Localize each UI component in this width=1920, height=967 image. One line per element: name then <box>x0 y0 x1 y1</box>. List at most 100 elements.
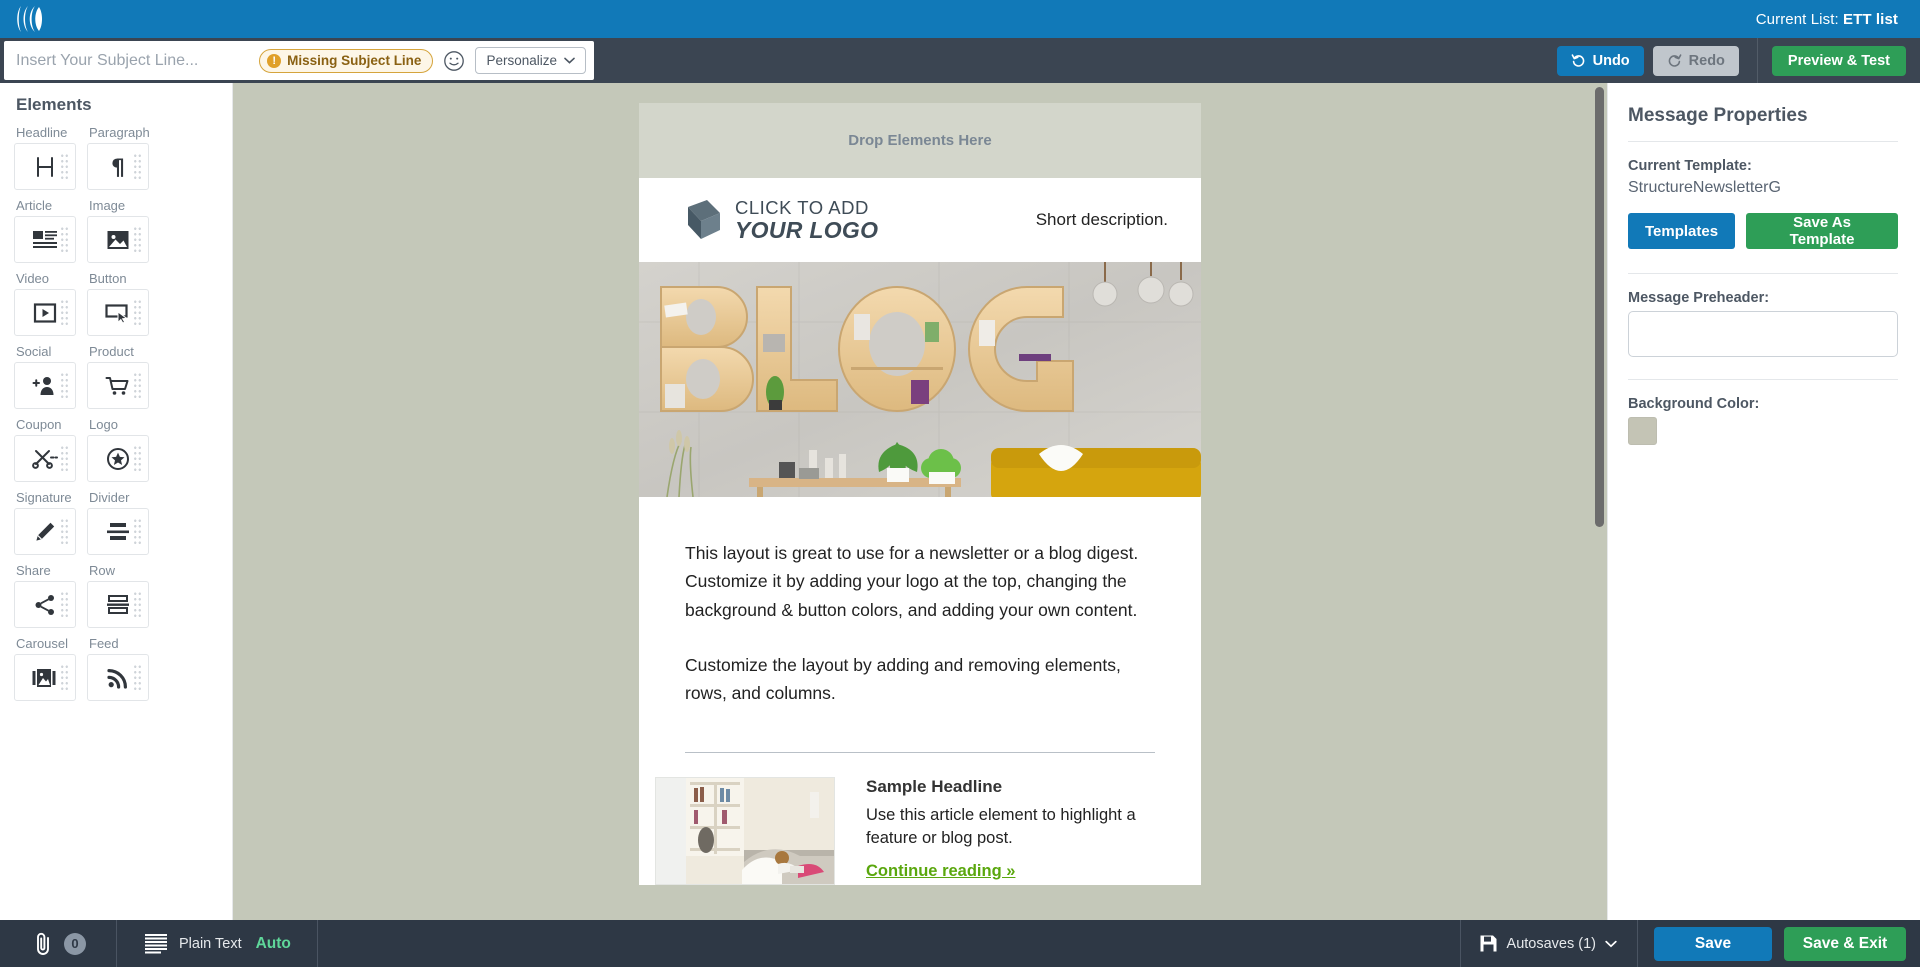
templates-button[interactable]: Templates <box>1628 213 1736 249</box>
save-button[interactable]: Save <box>1654 926 1772 961</box>
element-tile[interactable] <box>14 216 76 263</box>
element-tile[interactable] <box>87 289 149 336</box>
email-canvas[interactable]: Drop Elements Here CLICK TO ADD YOUR LOG… <box>233 83 1607 920</box>
drag-grip[interactable] <box>133 444 142 473</box>
element-tile[interactable] <box>87 508 149 555</box>
subject-input[interactable] <box>4 42 260 79</box>
toolbar-divider <box>1756 38 1758 83</box>
element-tile[interactable] <box>14 362 76 409</box>
background-color-swatch[interactable] <box>1628 417 1657 445</box>
logo-star-icon <box>107 447 129 470</box>
element-item-feed[interactable]: Feed <box>87 634 160 701</box>
drag-grip[interactable] <box>133 663 142 692</box>
logo-text: CLICK TO ADD YOUR LOGO <box>735 198 878 242</box>
properties-divider-3 <box>1628 379 1898 380</box>
share-nodes-icon <box>35 594 54 615</box>
redo-label: Redo <box>1688 52 1725 69</box>
drag-grip[interactable] <box>60 590 69 619</box>
hero-image-blog[interactable] <box>639 262 1201 497</box>
drag-grip[interactable] <box>133 298 142 327</box>
element-item-share[interactable]: Share <box>14 561 87 628</box>
drag-grip[interactable] <box>60 517 69 546</box>
email-header-row[interactable]: CLICK TO ADD YOUR LOGO Short description… <box>639 178 1201 262</box>
drag-grip[interactable] <box>60 225 69 254</box>
body-paragraph-1[interactable]: This layout is great to use for a newsle… <box>685 539 1155 624</box>
element-label: Row <box>89 563 116 578</box>
element-tile[interactable]: ¶ <box>87 143 149 190</box>
drag-grip[interactable] <box>133 517 142 546</box>
element-item-divider[interactable]: Divider <box>87 488 160 555</box>
drag-grip[interactable] <box>133 371 142 400</box>
drag-grip[interactable] <box>60 371 69 400</box>
undo-button[interactable]: Undo <box>1556 45 1644 76</box>
element-tile[interactable] <box>14 508 76 555</box>
save-and-exit-button[interactable]: Save & Exit <box>1784 926 1906 961</box>
short-description[interactable]: Short description. <box>1036 210 1168 230</box>
element-item-button[interactable]: Button <box>87 269 160 336</box>
element-tile[interactable] <box>14 435 76 482</box>
elements-panel-title: Elements <box>16 95 92 114</box>
save-as-template-button[interactable]: Save As Template <box>1746 213 1898 249</box>
drag-grip[interactable] <box>133 225 142 254</box>
element-label: Product <box>89 344 134 359</box>
drag-grip[interactable] <box>60 298 69 327</box>
element-item-headline[interactable]: Headline <box>14 123 87 190</box>
continue-reading-link[interactable]: Continue reading » <box>866 862 1015 881</box>
redo-button[interactable]: Redo <box>1652 45 1739 76</box>
element-item-row[interactable]: Row <box>87 561 160 628</box>
properties-title: Message Properties <box>1628 105 1808 126</box>
autosaves-dropdown[interactable]: Autosaves (1) <box>1459 920 1638 967</box>
warning-icon: ! <box>267 53 282 68</box>
drag-grip[interactable] <box>60 152 69 181</box>
element-tile[interactable] <box>87 654 149 701</box>
article-title[interactable]: Sample Headline <box>866 777 1155 797</box>
plain-text-segment[interactable]: Plain Text Auto <box>117 920 318 967</box>
row-stack-icon <box>107 594 129 614</box>
personalize-dropdown[interactable]: Personalize <box>475 47 586 74</box>
article-element[interactable]: Sample Headline Use this article element… <box>655 753 1155 885</box>
element-tile[interactable] <box>14 289 76 336</box>
toolbar-actions: Undo Redo Preview & Test <box>1556 38 1920 83</box>
message-preheader-label: Message Preheader: <box>1628 290 1770 306</box>
video-play-icon <box>33 302 57 323</box>
element-label: Button <box>89 271 127 286</box>
plain-text-mode[interactable]: Auto <box>256 935 291 953</box>
drag-grip[interactable] <box>133 152 142 181</box>
element-tile[interactable] <box>14 581 76 628</box>
drag-grip[interactable] <box>60 663 69 692</box>
attachments-segment[interactable]: 0 <box>0 920 117 967</box>
element-item-coupon[interactable]: Coupon <box>14 415 87 482</box>
element-tile[interactable] <box>87 216 149 263</box>
canvas-scrollbar[interactable] <box>1595 87 1604 527</box>
book-logo-icon <box>688 200 720 239</box>
element-tile[interactable] <box>87 581 149 628</box>
element-item-social[interactable]: Social <box>14 342 87 409</box>
element-tile[interactable] <box>87 362 149 409</box>
article-description[interactable]: Use this article element to highlight a … <box>866 804 1155 851</box>
preview-and-test-button[interactable]: Preview & Test <box>1771 45 1906 76</box>
logo-placeholder[interactable]: CLICK TO ADD YOUR LOGO <box>684 198 878 242</box>
brand-logo-icon[interactable] <box>14 4 48 34</box>
drop-zone-top[interactable]: Drop Elements Here <box>639 103 1201 178</box>
element-item-signature[interactable]: Signature <box>14 488 87 555</box>
element-tile[interactable] <box>14 143 76 190</box>
properties-divider <box>1628 141 1898 142</box>
element-item-paragraph[interactable]: Paragraph ¶ <box>87 123 160 190</box>
smiley-face-icon[interactable] <box>442 49 466 73</box>
element-item-article[interactable]: Article <box>14 196 87 263</box>
element-tile[interactable] <box>87 435 149 482</box>
subject-toolbar: ! Missing Subject Line Personalize <box>0 38 1920 83</box>
element-item-carousel[interactable]: Carousel <box>14 634 87 701</box>
drag-grip[interactable] <box>133 590 142 619</box>
element-tile[interactable] <box>14 654 76 701</box>
article-thumbnail-frame[interactable] <box>655 776 835 885</box>
drag-grip[interactable] <box>60 444 69 473</box>
undo-label: Undo <box>1592 52 1630 69</box>
element-item-video[interactable]: Video <box>14 269 87 336</box>
message-preheader-input[interactable] <box>1628 311 1898 357</box>
body-paragraph-2[interactable]: Customize the layout by adding and remov… <box>685 651 1155 708</box>
element-item-product[interactable]: Product <box>87 342 160 409</box>
element-item-image[interactable]: Image <box>87 196 160 263</box>
element-item-logo[interactable]: Logo <box>87 415 160 482</box>
signature-pen-icon <box>36 522 55 541</box>
